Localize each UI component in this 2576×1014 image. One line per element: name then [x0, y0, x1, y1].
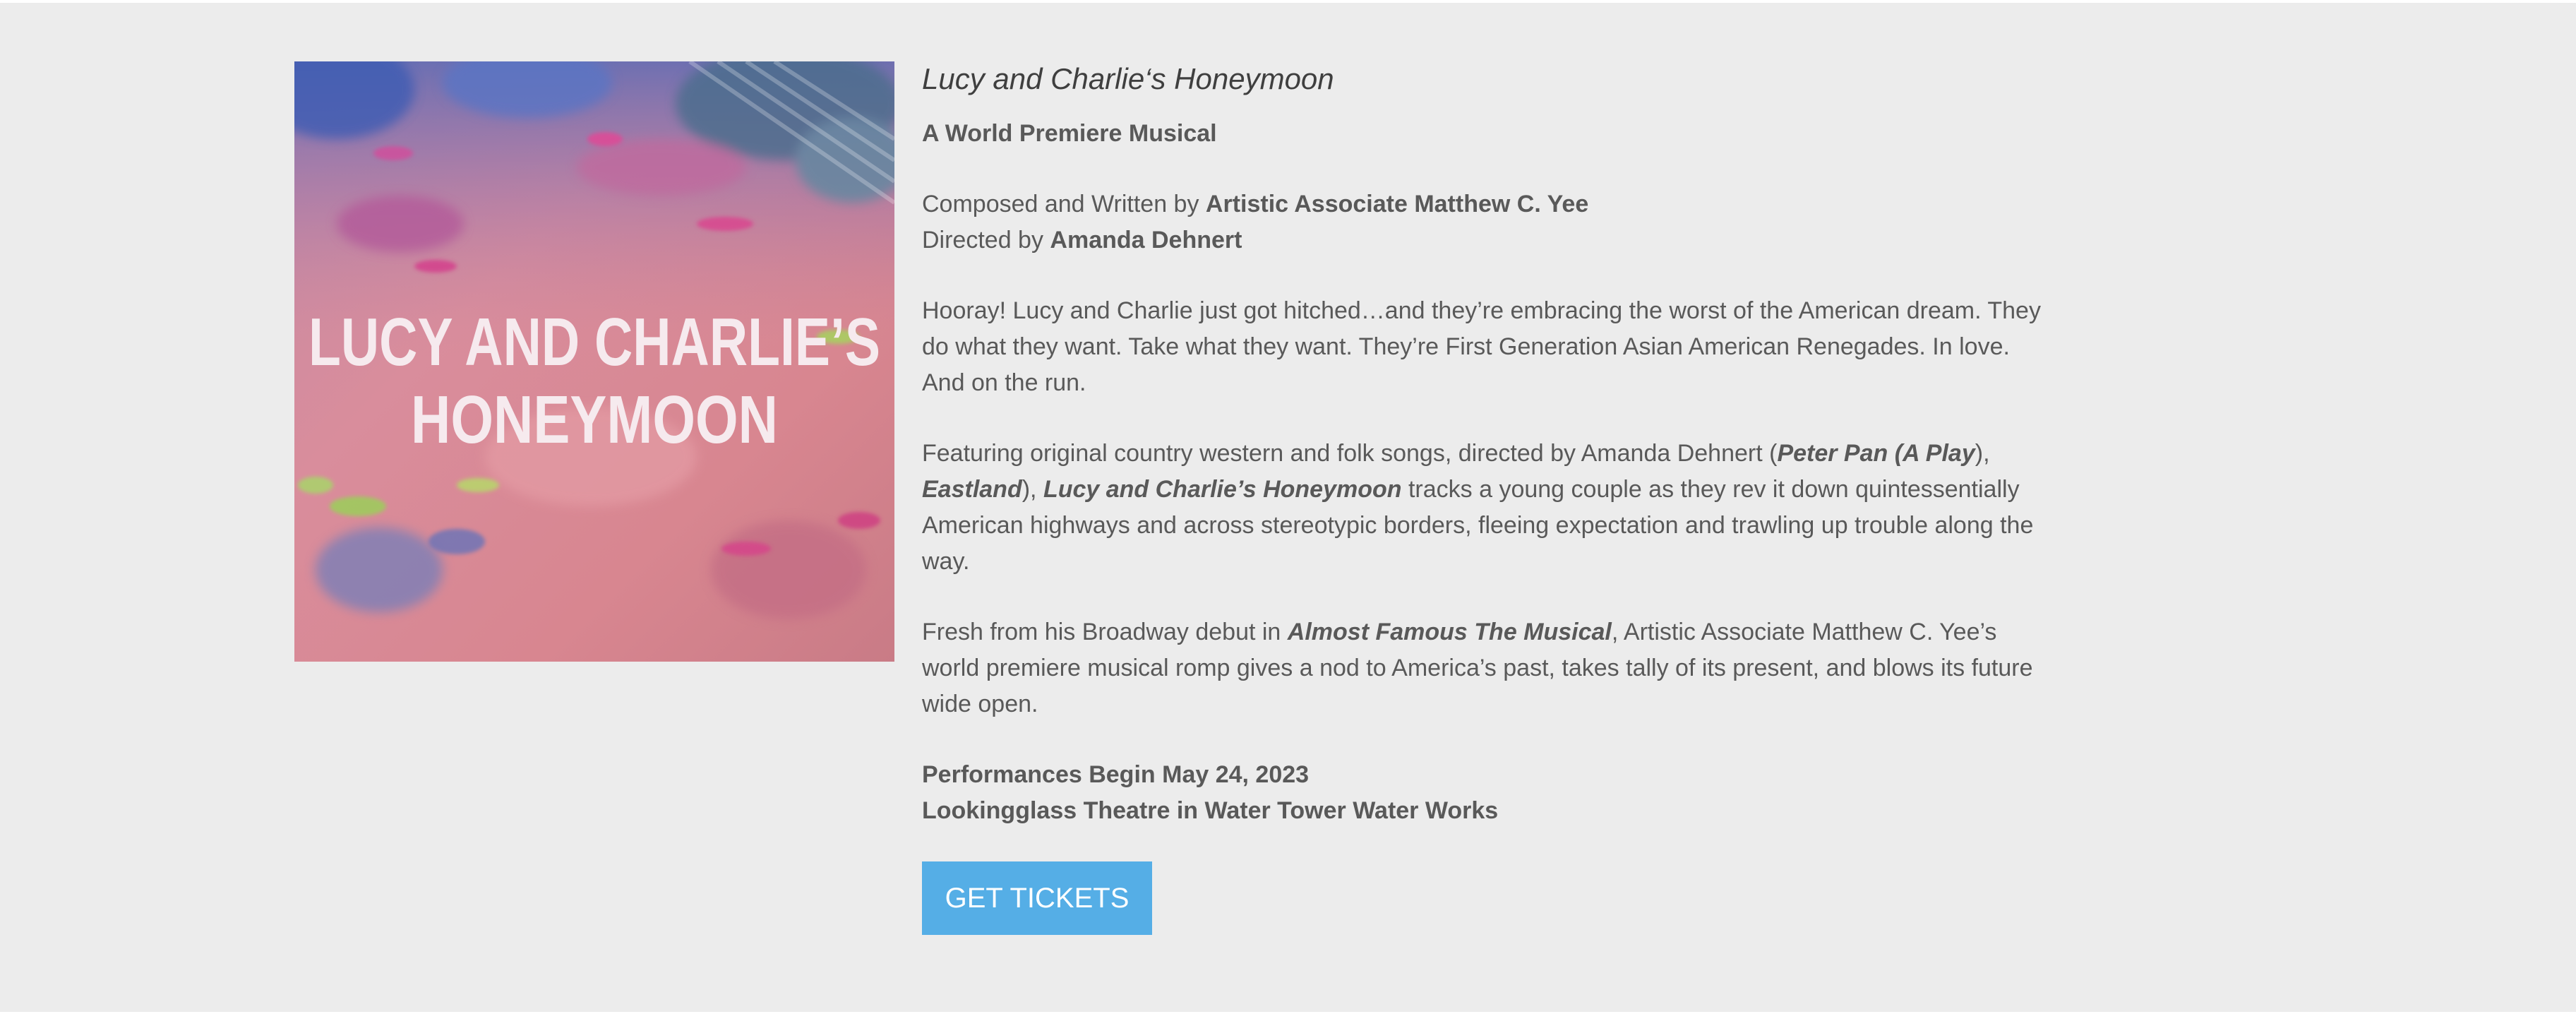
featuring-text-a: Featuring original country western and f… — [922, 440, 1778, 467]
composer-name: Artistic Associate Matthew C. Yee — [1205, 191, 1589, 217]
show-title: Lucy and Charlie‘s Honeymoon — [922, 62, 1334, 95]
composer-credit: Composed and Written by Artistic Associa… — [922, 186, 2051, 222]
show-title-inline: Lucy and Charlie’s Honeymoon — [1043, 476, 1402, 503]
performance-dates: Performances Begin May 24, 2023 — [922, 761, 1310, 788]
featuring-text-c: ), — [1975, 440, 1990, 467]
show-poster-image: LUCY AND CHARLIE’S HONEYMOON — [294, 61, 894, 662]
broadway-paragraph: Fresh from his Broadway debut in Almost … — [922, 614, 2051, 722]
director-prefix: Directed by — [922, 227, 1050, 254]
show-details: Lucy and Charlie‘s Honeymoon A World Pre… — [922, 59, 2051, 935]
credit-title-eastland: Eastland — [922, 476, 1022, 503]
show-panel: LUCY AND CHARLIE’S HONEYMOON Lucy and Ch… — [0, 3, 2576, 1012]
credit-title-peter-pan: Peter Pan (A Play — [1777, 440, 1975, 467]
synopsis-paragraph: Hooray! Lucy and Charlie just got hitche… — [922, 297, 2041, 396]
get-tickets-button[interactable]: GET TICKETS — [922, 861, 1152, 935]
featuring-paragraph: Featuring original country western and f… — [922, 436, 2051, 580]
poster-title-line2: HONEYMOON — [411, 382, 778, 458]
performance-venue: Lookingglass Theatre in Water Tower Wate… — [922, 797, 1499, 824]
credits: Composed and Written by Artistic Associa… — [922, 186, 2051, 258]
credit-title-almost-famous: Almost Famous The Musical — [1287, 619, 1612, 645]
composer-prefix: Composed and Written by — [922, 191, 1206, 217]
poster-title-line1: LUCY AND CHARLIE’S — [308, 304, 880, 380]
featuring-text-e: ), — [1022, 476, 1043, 503]
show-subtitle: A World Premiere Musical — [922, 120, 1217, 147]
broadway-text-a: Fresh from his Broadway debut in — [922, 619, 1288, 645]
director-name: Amanda Dehnert — [1050, 227, 1242, 254]
director-credit: Directed by Amanda Dehnert — [922, 222, 2051, 258]
performance-info: Performances Begin May 24, 2023 Lookingg… — [922, 757, 2051, 829]
